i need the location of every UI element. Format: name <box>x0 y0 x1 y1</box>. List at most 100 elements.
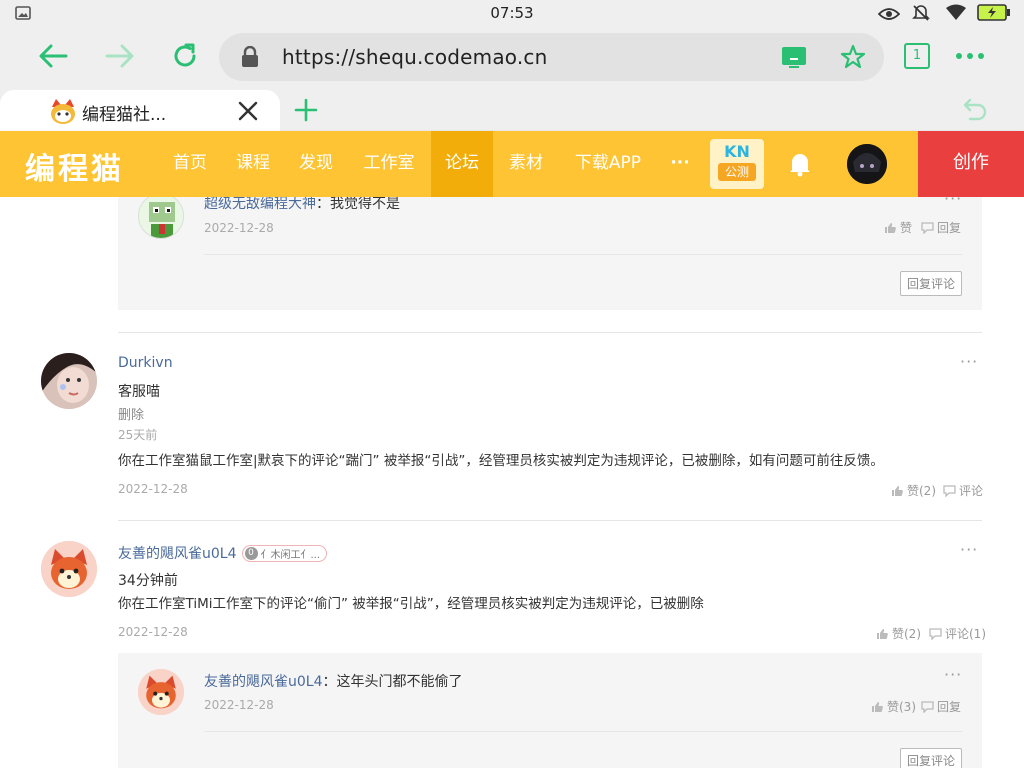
comment-like-button[interactable]: 赞(2) <box>891 482 936 499</box>
comment-comment-label: 评论(1) <box>945 627 986 641</box>
reply-panel: 友善的飓风雀u0L4 ： 这年头门都不能偷了 ··· 2022-12-28 赞(… <box>118 653 982 768</box>
comment-author[interactable]: 友善的飓风雀u0L4 <box>118 543 237 563</box>
divider <box>118 520 982 521</box>
bell-icon[interactable] <box>788 151 812 177</box>
nav-item-studio[interactable]: 工作室 <box>352 131 426 197</box>
comment-avatar[interactable] <box>41 353 97 409</box>
comment-icon <box>921 700 934 713</box>
nav-item-forum[interactable]: 论坛 <box>431 131 493 197</box>
kn-label: KN <box>724 142 750 161</box>
address-bar[interactable]: https://shequ.codemao.cn <box>219 33 884 81</box>
back-button[interactable] <box>35 38 71 74</box>
mute-icon <box>912 5 930 21</box>
thumbs-up-icon <box>872 701 883 712</box>
reply-reply-button[interactable]: 回复 <box>921 219 961 236</box>
reply-like-label: 赞(3) <box>887 700 916 714</box>
create-button[interactable]: 创作 <box>918 131 1024 197</box>
comment-more-button[interactable]: ··· <box>960 540 978 559</box>
active-tab[interactable]: 编程猫社... <box>0 90 280 131</box>
reply-date: 2022-12-28 <box>204 698 274 712</box>
fox-mascot-avatar-icon <box>41 541 97 597</box>
portrait-avatar-image <box>41 353 97 409</box>
comment-line: 34分钟前 <box>118 573 178 589</box>
reply-text: 我觉得不是 <box>330 197 400 212</box>
kn-beta-button[interactable]: KN 公测 <box>710 139 764 189</box>
undo-icon[interactable] <box>962 97 988 121</box>
forward-button[interactable] <box>102 38 138 74</box>
eye-icon <box>878 8 900 20</box>
comment-icon <box>943 484 956 497</box>
reply-avatar[interactable] <box>138 669 184 715</box>
reply-comment-button[interactable]: 回复评论 <box>900 748 963 768</box>
comment-comment-label: 评论 <box>959 484 984 498</box>
new-tab-plus-icon[interactable] <box>294 98 318 122</box>
comment-comment-button[interactable]: 评论 <box>943 482 983 499</box>
reply-like-button[interactable]: 赞 <box>884 219 912 236</box>
comment-more-button[interactable]: ··· <box>960 352 978 371</box>
tab-title: 编程猫社... <box>82 105 167 125</box>
reply-reply-label: 回复 <box>937 700 962 714</box>
arrow-right-icon <box>105 44 134 68</box>
comment-like-button[interactable]: 赞(2) <box>876 625 921 642</box>
nav-item-materials[interactable]: 素材 <box>496 131 556 197</box>
tab-strip: 编程猫社... <box>0 88 1024 131</box>
thumbs-up-icon <box>892 485 903 496</box>
nav-item-home[interactable]: 首页 <box>160 131 220 197</box>
comment-date: 2022-12-28 <box>118 482 188 496</box>
reply-author[interactable]: 友善的飓风雀u0L4 <box>204 671 323 691</box>
browser-toolbar: https://shequ.codemao.cn 1 <box>0 26 1024 88</box>
clock: 07:53 <box>490 4 534 22</box>
tab-count-icon: 1 <box>904 43 930 69</box>
reply-panel: 超级无敌编程大神 ： 我觉得不是 ··· 2022-12-28 赞 回复 回复评… <box>118 197 982 310</box>
comment-author[interactable]: Durkivn <box>118 355 173 371</box>
menu-button[interactable] <box>952 38 988 74</box>
reply-reply-label: 回复 <box>937 221 962 235</box>
comment-icon <box>929 627 942 640</box>
comment-like-label: 赞(2) <box>892 627 921 641</box>
studio-badge[interactable]: 0 亻木闲工亻... <box>241 544 328 562</box>
pixel-zombie-avatar-icon <box>139 197 183 238</box>
comment-like-label: 赞(2) <box>907 484 936 498</box>
status-bar: 07:53 <box>0 0 1024 26</box>
kn-beta-label: 公测 <box>718 163 756 181</box>
reply-reply-button[interactable]: 回复 <box>921 698 961 715</box>
nav-item-discover[interactable]: 发现 <box>286 131 346 197</box>
wifi-icon <box>946 4 966 20</box>
site-logo[interactable]: 编程猫 <box>25 144 124 188</box>
battery-icon <box>977 4 1010 21</box>
comment-avatar[interactable] <box>41 541 97 597</box>
reload-icon <box>174 43 196 67</box>
star-icon[interactable] <box>840 44 866 70</box>
comment-line: 删除 <box>118 408 145 423</box>
reply-comment-button[interactable]: 回复评论 <box>900 271 963 296</box>
user-avatar[interactable] <box>847 144 887 184</box>
nav-item-download-app[interactable]: 下载APP <box>563 131 653 197</box>
reply-separator: ： <box>316 197 330 212</box>
divider <box>204 254 962 255</box>
forum-thread: 超级无敌编程大神 ： 我觉得不是 ··· 2022-12-28 赞 回复 回复评… <box>0 197 1024 768</box>
codemao-favicon-icon <box>51 99 75 124</box>
reload-button[interactable] <box>167 38 203 74</box>
reply-date: 2022-12-28 <box>204 221 274 235</box>
reply-more-button[interactable]: ··· <box>944 665 962 684</box>
avatar-image <box>847 144 887 184</box>
thumbs-up-icon <box>885 222 896 233</box>
tabs-button[interactable]: 1 <box>899 38 935 74</box>
close-icon[interactable] <box>238 101 258 121</box>
nav-item-courses[interactable]: 课程 <box>223 131 283 197</box>
reply-like-button[interactable]: 赞(3) <box>871 698 916 715</box>
thumbs-up-icon <box>877 628 888 639</box>
reply-avatar[interactable] <box>138 197 184 239</box>
divider <box>118 332 982 333</box>
cast-screen-icon[interactable] <box>781 46 807 68</box>
reply-more-button[interactable]: ··· <box>944 197 962 208</box>
reply-body: 友善的飓风雀u0L4 ： 这年头门都不能偷了 <box>204 671 463 691</box>
url-text[interactable]: https://shequ.codemao.cn <box>282 45 548 69</box>
reply-like-label: 赞 <box>900 221 913 235</box>
reply-separator: ： <box>322 674 337 690</box>
reply-author[interactable]: 超级无敌编程大神 <box>204 197 316 213</box>
nav-more-button[interactable]: ··· <box>660 131 700 197</box>
site-nav: 编程猫 首页 课程 发现 工作室 论坛 素材 下载APP ··· KN 公测 创… <box>0 131 1024 197</box>
comment-line: 客服喵 <box>118 384 160 400</box>
comment-comment-button[interactable]: 评论(1) <box>929 625 986 642</box>
